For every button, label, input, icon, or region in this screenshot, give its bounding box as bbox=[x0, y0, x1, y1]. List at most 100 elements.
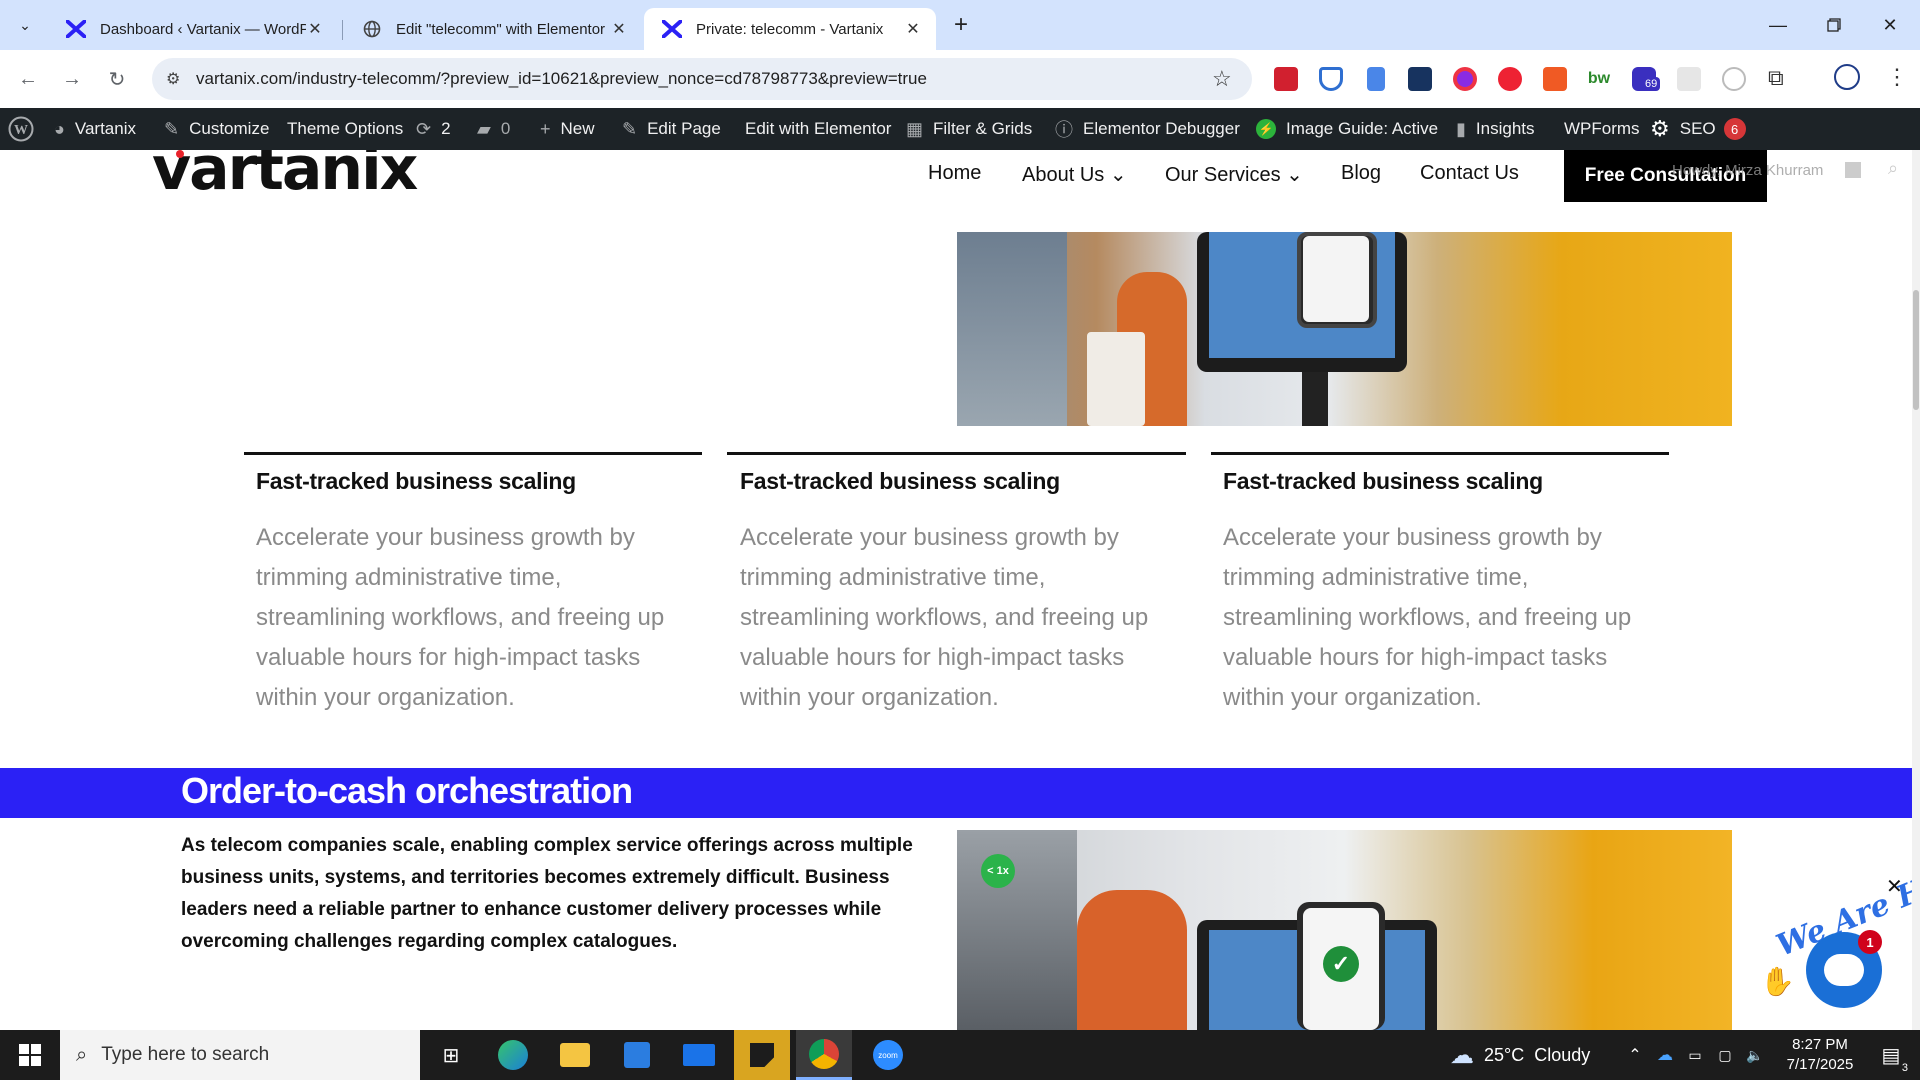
avatar[interactable] bbox=[1843, 160, 1863, 180]
url-text[interactable]: vartanix.com/industry-telecomm/?preview_… bbox=[196, 69, 927, 89]
nav-home[interactable]: Home bbox=[928, 162, 981, 185]
edit-elementor-label: Edit with Elementor bbox=[745, 119, 892, 138]
nav-contact[interactable]: Contact Us bbox=[1420, 162, 1519, 185]
comments-link[interactable]: ▰ 0 bbox=[477, 108, 510, 150]
microsoft-store-icon[interactable] bbox=[612, 1030, 662, 1080]
info-icon: ⓘ bbox=[1055, 120, 1073, 140]
tray-chevron-icon[interactable]: ⌃ bbox=[1622, 1030, 1648, 1080]
sticky-notes-icon[interactable] bbox=[734, 1030, 790, 1080]
comment-icon: ▰ bbox=[477, 118, 491, 139]
back-button[interactable]: ← bbox=[12, 63, 44, 95]
tab-search-icon[interactable]: ⌄ bbox=[10, 10, 40, 40]
forward-button[interactable]: → bbox=[56, 63, 88, 95]
coffee-cup-shape bbox=[1087, 332, 1145, 426]
filter-grids-link[interactable]: ▦ Filter & Grids bbox=[906, 108, 1032, 150]
card-title: Fast-tracked business scaling bbox=[1223, 468, 1543, 494]
nav-about[interactable]: About Us ⌄ bbox=[1022, 162, 1127, 187]
weather-widget[interactable]: ☁ 25°C Cloudy bbox=[1450, 1030, 1630, 1080]
wpforms-label: WPForms bbox=[1564, 119, 1640, 138]
cloud-icon: ☁ bbox=[1450, 1041, 1474, 1069]
insights-link[interactable]: ▮ Insights bbox=[1456, 108, 1535, 150]
section-paragraph: As telecom companies scale, enabling com… bbox=[181, 835, 913, 952]
image-guide-badge[interactable]: < 1x bbox=[981, 854, 1015, 888]
seo-gear-icon: ⚙ bbox=[1650, 116, 1670, 141]
edit-with-elementor-link[interactable]: Edit with Elementor bbox=[745, 108, 891, 150]
checkmark-icon: ✓ bbox=[1323, 946, 1359, 982]
blank-extension-icon[interactable] bbox=[1677, 67, 1701, 91]
image-guide-link[interactable]: ⚡ Image Guide: Active bbox=[1256, 108, 1438, 150]
logo-text: vartanix bbox=[152, 150, 418, 204]
edge-browser-icon[interactable] bbox=[488, 1030, 538, 1080]
percent-extension-icon[interactable] bbox=[1543, 67, 1567, 91]
card-divider bbox=[1211, 452, 1669, 455]
extensions-puzzle-icon[interactable]: ⧉ bbox=[1768, 65, 1784, 91]
zoom-icon[interactable]: zoom bbox=[860, 1030, 916, 1080]
wpforms-link[interactable]: WPForms bbox=[1564, 108, 1640, 150]
page-scrollbar[interactable] bbox=[1912, 150, 1920, 1030]
file-explorer-icon[interactable] bbox=[550, 1030, 600, 1080]
phone-screen-shape bbox=[1303, 236, 1369, 322]
tab-close-icon[interactable]: ✕ bbox=[610, 19, 628, 39]
search-placeholder: Type here to search bbox=[101, 1044, 270, 1065]
compass-extension-icon[interactable] bbox=[1722, 67, 1746, 91]
elementor-debugger-link[interactable]: ⓘ Elementor Debugger bbox=[1055, 108, 1240, 150]
site-logo[interactable]: vartanix bbox=[152, 150, 418, 204]
nav-blog[interactable]: Blog bbox=[1341, 162, 1381, 185]
theme-options-link[interactable]: Theme Options bbox=[287, 108, 403, 150]
mail-icon[interactable] bbox=[674, 1030, 724, 1080]
pdf-extension-icon[interactable] bbox=[1274, 67, 1298, 91]
edit-page-link[interactable]: ✎ Edit Page bbox=[622, 108, 721, 150]
customize-link[interactable]: ✎ Customize bbox=[164, 108, 269, 150]
windows-start-icon[interactable] bbox=[0, 1030, 60, 1080]
taskbar-search-box[interactable]: ⌕ Type here to search bbox=[60, 1030, 420, 1080]
reload-button[interactable]: ↻ bbox=[101, 63, 133, 95]
tab-title: Dashboard ‹ Vartanix — WordPress bbox=[100, 20, 306, 38]
plus-icon: + bbox=[540, 118, 551, 139]
chrome-taskbar-icon[interactable] bbox=[796, 1030, 852, 1080]
folder-extension-icon[interactable] bbox=[1408, 67, 1432, 91]
color-extension-icon[interactable] bbox=[1453, 67, 1477, 91]
dashboard-icon: ◕ bbox=[54, 118, 65, 139]
tab-close-icon[interactable]: ✕ bbox=[306, 19, 324, 39]
site-name-menu[interactable]: ◕ Vartanix bbox=[54, 108, 136, 150]
document-extension-icon[interactable] bbox=[1367, 67, 1385, 91]
howdy-user[interactable]: Howdy, Mirza Khurram bbox=[1672, 162, 1823, 179]
customize-label: Customize bbox=[189, 119, 270, 138]
tab-close-icon[interactable]: ✕ bbox=[904, 19, 922, 39]
profile-icon[interactable] bbox=[1834, 64, 1860, 90]
shield-extension-icon[interactable] bbox=[1319, 67, 1343, 91]
battery-icon[interactable]: ▭ bbox=[1682, 1030, 1708, 1080]
tab-dashboard[interactable]: Dashboard ‹ Vartanix — WordPress ✕ bbox=[48, 8, 338, 50]
scrollbar-thumb[interactable] bbox=[1913, 290, 1919, 410]
howdy-label: Howdy, Mirza Khurram bbox=[1672, 162, 1824, 179]
nav-services[interactable]: Our Services ⌄ bbox=[1165, 162, 1303, 187]
bw-extension-icon[interactable]: bw bbox=[1587, 67, 1611, 91]
tab-preview-active[interactable]: Private: telecomm - Vartanix ✕ bbox=[644, 8, 936, 50]
pokeball-extension-icon[interactable] bbox=[1498, 67, 1522, 91]
menu-kebab-icon[interactable]: ⋮ bbox=[1886, 64, 1908, 90]
wordpress-logo-icon[interactable]: W bbox=[8, 108, 34, 150]
new-tab-button[interactable]: + bbox=[946, 10, 976, 40]
graduation-extension-icon[interactable]: 69 bbox=[1632, 67, 1661, 91]
notifications-icon[interactable]: ▤ 3 bbox=[1868, 1030, 1914, 1080]
search-icon[interactable]: ⌕ bbox=[1888, 158, 1898, 179]
task-view-icon[interactable]: ⊞ bbox=[426, 1030, 476, 1080]
minimize-button[interactable]: — bbox=[1750, 0, 1806, 50]
onedrive-icon[interactable]: ☁ bbox=[1652, 1030, 1678, 1080]
restore-button[interactable] bbox=[1806, 0, 1862, 50]
new-content-menu[interactable]: + New bbox=[540, 108, 595, 150]
site-info-icon[interactable]: ⚙ bbox=[166, 69, 180, 89]
tab-elementor[interactable]: Edit "telecomm" with Elementor ✕ bbox=[344, 8, 642, 50]
windows-taskbar: ⌕ Type here to search ⊞ zoom ☁ 25°C Cloud… bbox=[0, 1030, 1920, 1080]
insights-label: Insights bbox=[1475, 119, 1535, 138]
card-text: Accelerate your business growth by trimm… bbox=[256, 524, 665, 711]
volume-muted-icon[interactable]: 🔈 bbox=[1742, 1030, 1768, 1080]
bookmark-star-icon[interactable]: ☆ bbox=[1212, 66, 1232, 92]
network-icon[interactable]: ▢ bbox=[1712, 1030, 1738, 1080]
address-bar[interactable]: ⚙ vartanix.com/industry-telecomm/?previe… bbox=[152, 58, 1252, 100]
clock[interactable]: 8:27 PM 7/17/2025 bbox=[1770, 1030, 1870, 1080]
globe-icon bbox=[362, 19, 382, 39]
updates-link[interactable]: ⟳ 2 bbox=[416, 108, 451, 150]
seo-menu[interactable]: ⚙ SEO 6 bbox=[1650, 108, 1746, 150]
close-window-button[interactable]: ✕ bbox=[1862, 0, 1918, 50]
